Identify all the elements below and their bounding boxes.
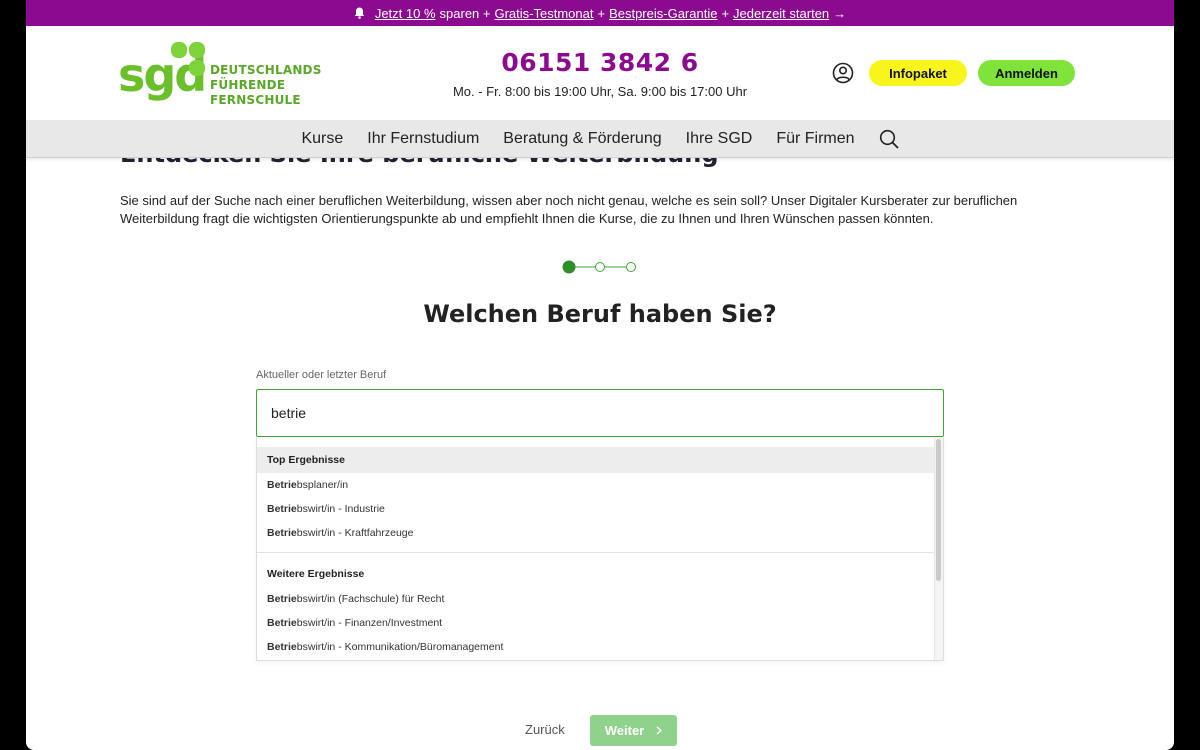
step-indicator — [562, 260, 636, 274]
list-item[interactable]: Betrie bswirt/in (Fachschule) für Recht — [257, 587, 937, 611]
rest-text: bswirt/in (Fachschule) für Recht — [296, 593, 445, 605]
search-icon[interactable] — [879, 129, 899, 149]
occupation-input[interactable] — [256, 389, 944, 437]
step-dot — [626, 262, 636, 272]
match-text: Betrie — [267, 617, 297, 629]
nav-item-firmen[interactable]: Für Firmen — [776, 130, 854, 148]
bell-icon — [354, 7, 365, 19]
question-heading: Welchen Beruf haben Sie? — [423, 300, 777, 328]
autocomplete-list: Top Ergebnisse Betrie bsplaner/in Betrie b… — [257, 437, 937, 659]
promo-link-discount[interactable]: Jetzt 10 % — [375, 6, 436, 21]
login-button[interactable]: Anmelden — [978, 60, 1075, 86]
promo-text: + — [597, 5, 606, 21]
main-nav: Kurse Ihr Fernstudium Beratung & Förderu… — [26, 120, 1174, 158]
promo-text: sparen + — [439, 5, 491, 21]
rest-text: bswirt/in - Finanzen/Investment — [296, 617, 443, 629]
match-text: Betrie — [267, 479, 297, 491]
arrow-right-icon: → — [833, 5, 847, 21]
nav-item-beratung[interactable]: Beratung & Förderung — [503, 130, 661, 148]
intro-text: Sie sind auf der Suche nach einer berufl… — [120, 193, 1018, 226]
rest-text: bsplaner/in — [296, 479, 349, 491]
scrollbar-thumb[interactable] — [936, 439, 941, 581]
group-heading: Weitere Ergebnisse — [267, 568, 365, 580]
autocomplete-dropdown: Top Ergebnisse Betrie bsplaner/in Betrie b… — [256, 437, 944, 661]
list-item[interactable]: Betrie bswirt/in - Finanzen/Investment — [257, 611, 937, 635]
list-item[interactable]: Betrie bswirt/in - Kraftfahrzeuge — [257, 521, 937, 545]
list-item[interactable]: Betrie bswirt/in - Industrie — [257, 497, 937, 521]
list-item[interactable]: Betrie bswirt/in - Kommunikation/Büromana… — [257, 635, 937, 659]
next-button[interactable]: Weiter — [590, 715, 677, 746]
match-text: Betrie — [267, 641, 297, 653]
promo-bar: Jetzt 10 % sparen + Gratis-Testmonat + B… — [26, 0, 1174, 26]
step-dot-active — [562, 260, 576, 274]
page: Jetzt 10 % sparen + Gratis-Testmonat + B… — [26, 0, 1174, 750]
promo-link-start[interactable]: Jederzeit starten — [733, 6, 829, 21]
rest-text: bswirt/in - Industrie — [296, 503, 385, 515]
rest-text: bswirt/in - Kommunikation/Büromanagement — [296, 641, 504, 653]
next-button-label: Weiter — [604, 723, 645, 738]
scrollbar-track[interactable] — [934, 437, 943, 660]
divider — [257, 552, 937, 553]
match-text: Betrie — [267, 503, 297, 515]
list-item[interactable]: Betrie bsplaner/in — [257, 473, 937, 497]
match-text: Betrie — [267, 593, 297, 605]
match-text: Betrie — [267, 527, 297, 539]
occupation-label: Aktueller oder letzter Beruf — [256, 369, 387, 381]
user-account-icon[interactable] — [832, 62, 854, 84]
promo-text: + — [721, 5, 730, 21]
nav-item-kurse[interactable]: Kurse — [301, 130, 343, 148]
infopaket-button[interactable]: Infopaket — [869, 60, 967, 86]
chevron-right-icon — [656, 726, 663, 735]
group-heading: Top Ergebnisse — [257, 447, 937, 473]
promo-link-price[interactable]: Bestpreis-Garantie — [609, 6, 717, 21]
nav-item-ihre-sgd[interactable]: Ihre SGD — [686, 130, 753, 148]
site-header: sgd DEUTSCHLANDS FÜHRENDE FERNSCHULE 061… — [26, 26, 1174, 120]
nav-item-fernstudium[interactable]: Ihr Fernstudium — [367, 130, 479, 148]
promo-link-trial[interactable]: Gratis-Testmonat — [494, 6, 593, 21]
step-dot — [595, 262, 605, 272]
back-button[interactable]: Zurück — [525, 722, 565, 737]
opening-hours: Mo. - Fr. 8:00 bis 19:00 Uhr, Sa. 9:00 b… — [452, 84, 748, 99]
rest-text: bswirt/in - Kraftfahrzeuge — [296, 527, 414, 539]
